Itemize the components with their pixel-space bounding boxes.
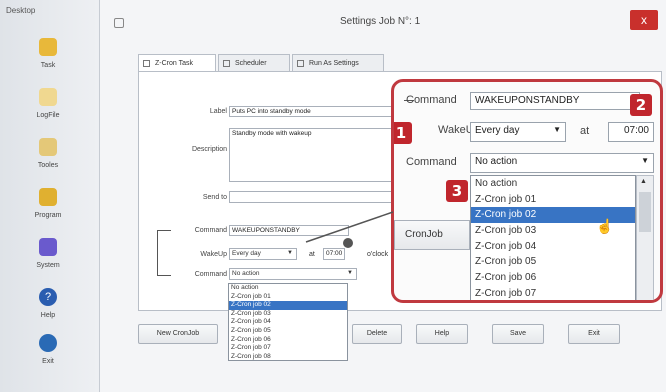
zoom-connector	[305, 211, 394, 243]
